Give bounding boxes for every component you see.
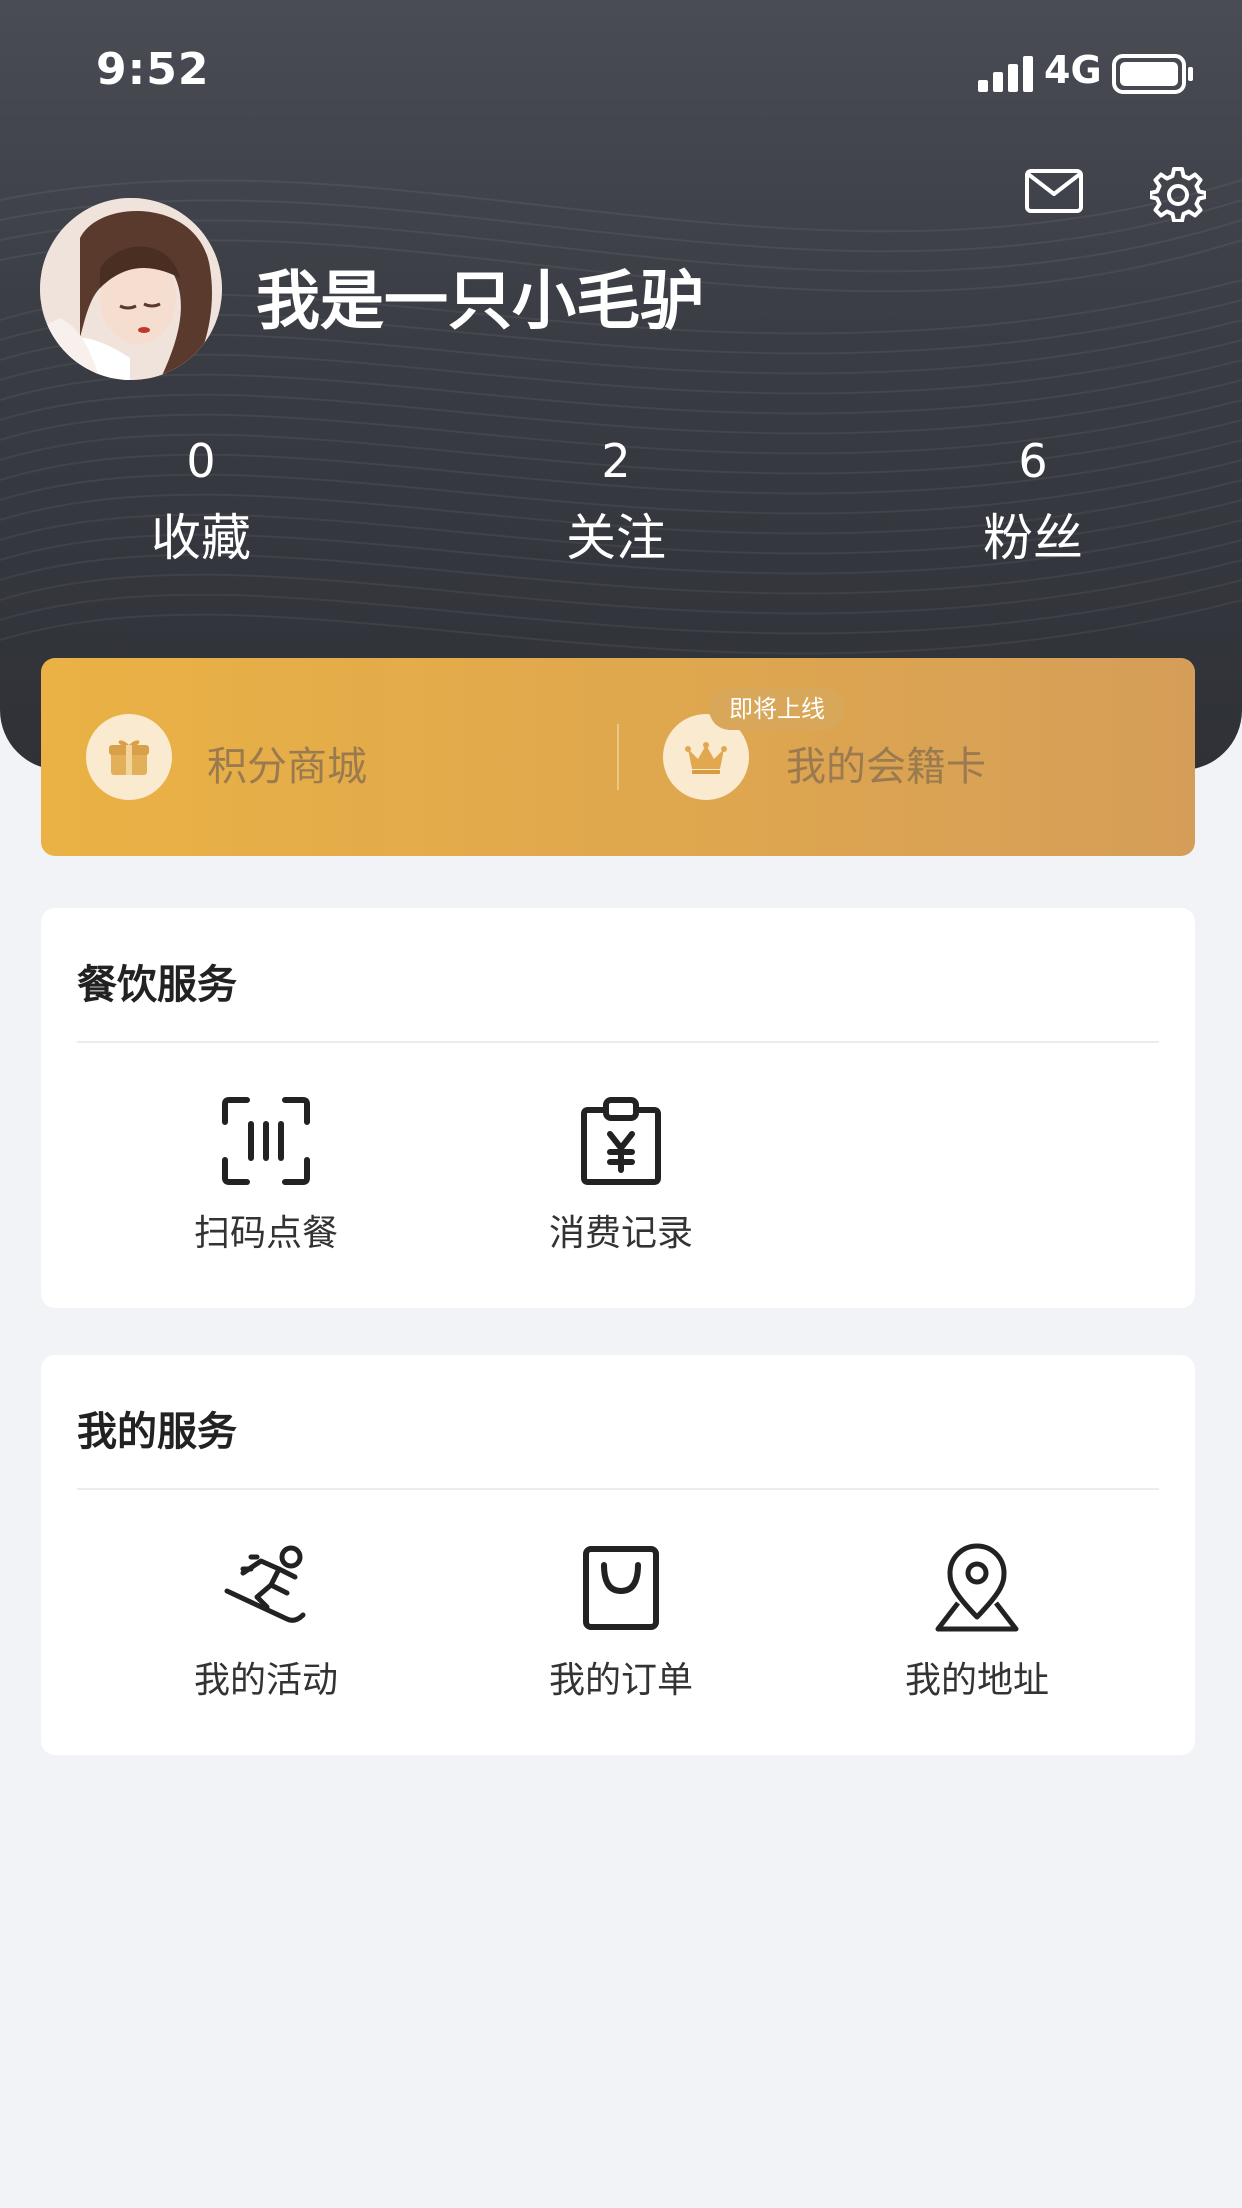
gift-icon bbox=[86, 714, 172, 800]
stat-label: 粉丝 bbox=[983, 509, 1083, 567]
stat-following[interactable]: 2 关注 bbox=[486, 434, 746, 570]
user-avatar[interactable] bbox=[40, 198, 222, 380]
scan-code-icon bbox=[222, 1097, 310, 1185]
username: 我是一只小毛驴 bbox=[256, 265, 704, 339]
stat-label: 关注 bbox=[566, 509, 666, 567]
cellular-signal-icon bbox=[978, 56, 1033, 92]
avatar-portrait bbox=[40, 198, 222, 380]
service-label: 我的活动 bbox=[193, 1660, 338, 1701]
membership-card-link[interactable]: 我的会籍卡 bbox=[786, 734, 986, 792]
location-pin-icon bbox=[935, 1543, 1019, 1632]
banner-divider bbox=[617, 724, 619, 790]
stat-label: 收藏 bbox=[151, 509, 251, 567]
receipt-yen-icon bbox=[581, 1097, 661, 1185]
my-address-button[interactable]: 我的地址 bbox=[847, 1543, 1107, 1703]
scan-to-order-button[interactable]: 扫码点餐 bbox=[136, 1096, 396, 1256]
status-bar: 9:52 4G bbox=[0, 0, 1242, 130]
section-title: 餐饮服务 bbox=[77, 962, 237, 1008]
consumption-record-button[interactable]: 消费记录 bbox=[491, 1096, 751, 1256]
section-title: 我的服务 bbox=[77, 1409, 237, 1455]
settings-gear-icon[interactable] bbox=[1150, 166, 1206, 222]
shopping-bag-icon bbox=[583, 1546, 659, 1630]
stat-value: 0 bbox=[186, 434, 216, 488]
membership-banner: 积分商城 我的会籍卡 即将上线 bbox=[41, 658, 1195, 856]
skiing-person-icon bbox=[224, 1545, 306, 1623]
section-divider bbox=[77, 1041, 1159, 1043]
coming-soon-badge: 即将上线 bbox=[709, 688, 845, 730]
stat-value: 6 bbox=[1018, 434, 1048, 488]
points-mall-link[interactable]: 积分商城 bbox=[207, 734, 367, 792]
service-label: 我的地址 bbox=[904, 1660, 1049, 1701]
battery-icon bbox=[1112, 54, 1193, 94]
status-time: 9:52 bbox=[96, 44, 210, 95]
my-orders-button[interactable]: 我的订单 bbox=[491, 1543, 751, 1703]
dining-services-card: 餐饮服务 扫码点餐 消费记录 bbox=[41, 908, 1195, 1308]
stat-fans[interactable]: 6 粉丝 bbox=[903, 434, 1163, 570]
mail-icon[interactable] bbox=[1024, 168, 1084, 214]
my-activities-button[interactable]: 我的活动 bbox=[136, 1543, 396, 1703]
service-label: 消费记录 bbox=[548, 1213, 693, 1254]
service-label: 我的订单 bbox=[548, 1660, 693, 1701]
stat-value: 2 bbox=[601, 434, 631, 488]
service-label: 扫码点餐 bbox=[193, 1213, 338, 1254]
my-services-card: 我的服务 我的活动 我的订单 我的地址 bbox=[41, 1355, 1195, 1755]
section-divider bbox=[77, 1488, 1159, 1490]
stat-favorites[interactable]: 0 收藏 bbox=[71, 434, 331, 570]
network-type: 4G bbox=[1044, 48, 1102, 92]
